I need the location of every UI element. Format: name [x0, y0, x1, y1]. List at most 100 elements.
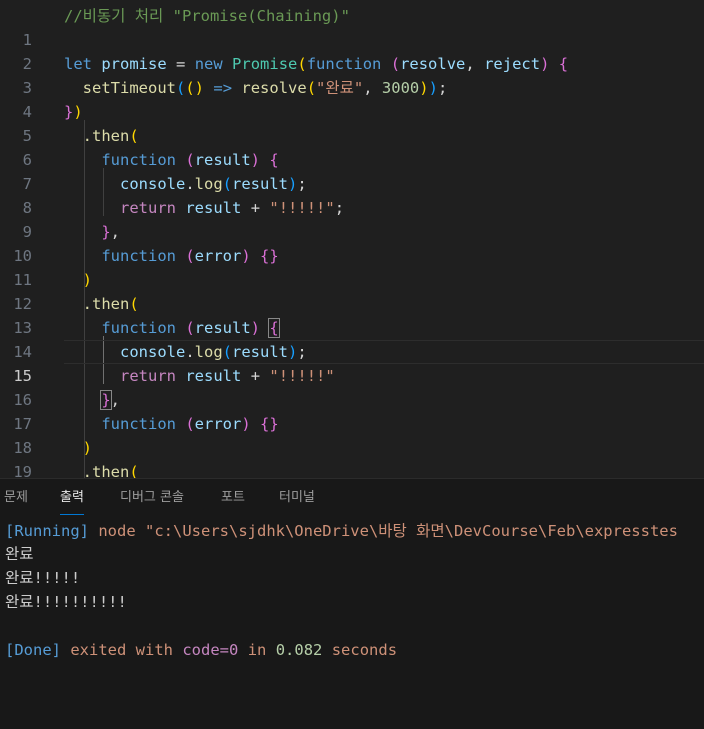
- exit-code: code=0: [182, 641, 239, 659]
- bracket: {}: [260, 247, 279, 265]
- bracket: ): [288, 175, 298, 193]
- param-error: error: [194, 415, 242, 433]
- code-line-8: 8 console.log(result);: [0, 172, 704, 217]
- string: "!!!!!": [269, 367, 335, 385]
- semicolon: ;: [297, 175, 307, 193]
- code-line-20: 20 .then(: [0, 460, 704, 478]
- param-error: error: [194, 247, 242, 265]
- tab-ports[interactable]: 포트: [221, 489, 245, 507]
- return-keyword: return: [120, 199, 176, 217]
- bracket: (: [185, 319, 195, 337]
- variable-result: result: [185, 199, 242, 217]
- code-line-9: 9 return result + "!!!!!";: [0, 196, 704, 241]
- code-line-1: 1 //비동기 처리 "Promise(Chaining)": [0, 4, 704, 49]
- string: "완료": [316, 79, 364, 97]
- matched-bracket: {: [268, 318, 280, 338]
- output-line: 완료: [5, 545, 34, 563]
- bracket: (: [222, 343, 233, 361]
- bracket: {: [269, 151, 279, 169]
- bracket: ): [540, 55, 550, 73]
- let-keyword: let: [64, 55, 92, 73]
- code-line-13: 13 .then(: [0, 292, 704, 337]
- log-method: log: [194, 343, 223, 361]
- bracket: ): [82, 271, 93, 289]
- output-line: 완료!!!!!!!!!!: [5, 593, 127, 611]
- tab-problems[interactable]: 문제: [4, 489, 28, 507]
- variable-result: result: [232, 175, 289, 193]
- code-line-6: 6 .then(: [0, 124, 704, 169]
- code-line-2: 2: [0, 28, 704, 73]
- arrow-operator: =>: [213, 79, 233, 97]
- console-object: console: [120, 343, 186, 361]
- bracket: (: [185, 151, 195, 169]
- return-keyword: return: [120, 367, 176, 385]
- bracket: ): [288, 343, 298, 361]
- bracket: ): [419, 79, 429, 97]
- bracket: {}: [260, 415, 279, 433]
- bracket: (: [297, 55, 307, 73]
- done-tag: [Done]: [5, 641, 61, 659]
- operator: =: [176, 55, 186, 73]
- semicolon: ;: [297, 343, 307, 361]
- code-line-17: 17 },: [0, 388, 704, 433]
- variable-result: result: [232, 343, 289, 361]
- param-reject: reject: [484, 55, 541, 73]
- bottom-panel: 문제 출력 디버그 콘솔 포트 터미널 [Running] node "c:\U…: [0, 478, 704, 729]
- running-command: node "c:\Users\sjdhk\OneDrive\바탕 화면\DevC…: [98, 522, 678, 540]
- log-method: log: [194, 175, 223, 193]
- done-text: in: [247, 641, 267, 659]
- bracket: ): [241, 415, 251, 433]
- bracket: (: [129, 295, 139, 313]
- bracket: (: [129, 463, 139, 478]
- console-object: console: [120, 175, 186, 193]
- code-line-11: 11 function (error) {}: [0, 244, 704, 289]
- bracket: (: [306, 79, 317, 97]
- bracket: {: [558, 55, 569, 73]
- comment: //비동기 처리 "Promise(Chaining)": [64, 7, 350, 25]
- function-keyword: function: [306, 55, 382, 73]
- running-tag: [Running]: [5, 522, 89, 540]
- done-text: seconds: [331, 641, 398, 659]
- code-line-10: 10 },: [0, 220, 704, 265]
- bracket: ): [241, 247, 251, 265]
- bracket: (: [390, 55, 401, 73]
- function-keyword: function: [101, 415, 176, 433]
- bracket: }: [101, 223, 111, 241]
- function-settimeout: setTimeout: [82, 79, 176, 97]
- bracket: }: [64, 103, 74, 121]
- code-line-3: 3 let promise = new Promise(function (re…: [0, 52, 704, 97]
- comma: ,: [363, 79, 373, 97]
- operator: +: [250, 367, 261, 385]
- then-method: .then: [82, 295, 130, 313]
- tab-debug-console[interactable]: 디버그 콘솔: [120, 489, 184, 507]
- bracket: (: [185, 247, 195, 265]
- param-result: result: [194, 319, 251, 337]
- bracket: ): [428, 79, 438, 97]
- then-method: .then: [82, 127, 130, 145]
- output-line: 완료!!!!!: [5, 569, 81, 587]
- output-done-line: [Done] exited with code=0 in 0.082 secon…: [5, 638, 397, 662]
- bracket: (: [185, 415, 195, 433]
- code-line-4: 4 setTimeout(() => resolve("완료", 3000));: [0, 76, 704, 121]
- bracket: (: [222, 175, 233, 193]
- code-line-18: 18 function (error) {}: [0, 412, 704, 457]
- bracket: (): [185, 79, 205, 97]
- code-editor[interactable]: 1 //비동기 처리 "Promise(Chaining)" 2 3 let p…: [0, 0, 704, 478]
- tab-output[interactable]: 출력: [60, 489, 84, 515]
- param-resolve: resolve: [400, 55, 466, 73]
- code-line-19: 19 ): [0, 436, 704, 478]
- function-keyword: function: [101, 247, 176, 265]
- elapsed-time: 0.082: [275, 641, 323, 659]
- bracket: ): [250, 319, 261, 337]
- code-line-14: 14 function (result) {: [0, 316, 704, 361]
- bracket: ): [73, 103, 83, 121]
- promise-class: Promise: [232, 55, 298, 73]
- function-keyword: function: [101, 151, 176, 169]
- string: "!!!!!": [269, 199, 335, 217]
- tab-terminal[interactable]: 터미널: [279, 489, 315, 507]
- code-line-7: 7 function (result) {: [0, 148, 704, 193]
- new-keyword: new: [194, 55, 223, 73]
- done-text: exited with: [70, 641, 173, 659]
- matched-bracket: }: [100, 390, 112, 410]
- function-resolve: resolve: [241, 79, 307, 97]
